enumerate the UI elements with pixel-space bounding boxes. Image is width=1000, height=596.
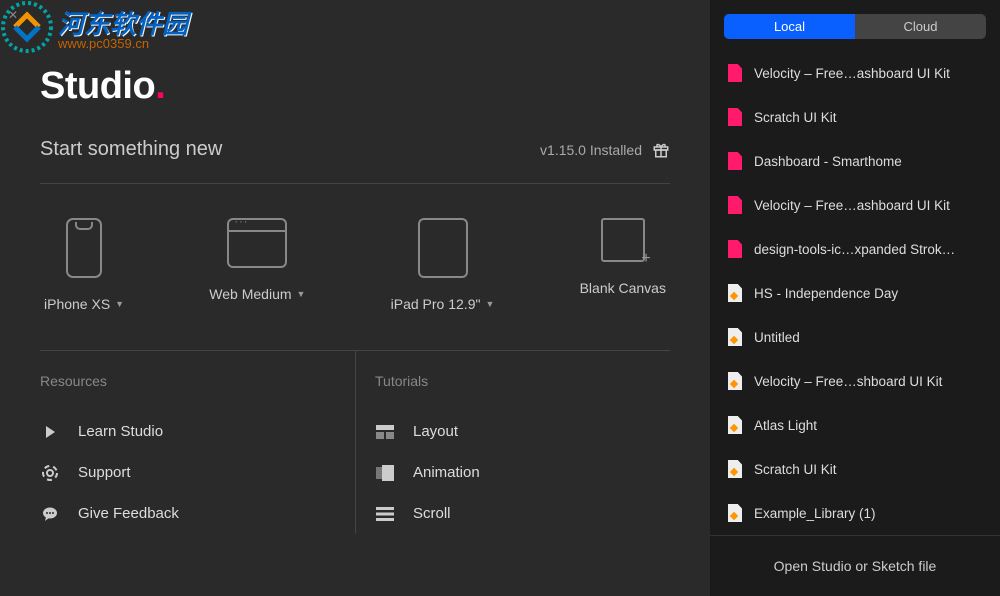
tutorial-layout-link[interactable]: Layout <box>375 411 670 452</box>
file-row[interactable]: Scratch UI Kit <box>710 447 1000 491</box>
file-icon <box>728 504 742 522</box>
file-icon <box>728 152 742 170</box>
close-icon[interactable]: ✕ <box>8 8 18 22</box>
animation-icon <box>375 465 395 481</box>
file-icon <box>728 460 742 478</box>
file-row[interactable]: Untitled <box>710 315 1000 359</box>
file-name: Scratch UI Kit <box>754 110 837 125</box>
main-panel: ✕ 河东软件园 www.pc0359.cn Studio. Start some… <box>0 0 710 596</box>
file-name: Velocity – Free…ashboard UI Kit <box>754 198 950 213</box>
template-iphone-xs[interactable]: iPhone XS▼ <box>44 218 124 312</box>
file-icon <box>728 240 742 258</box>
resources-column: Resources Learn Studio Support Give Feed… <box>40 351 335 534</box>
file-row[interactable]: Atlas Light <box>710 403 1000 447</box>
file-tabs: Local Cloud <box>724 14 986 39</box>
file-icon <box>728 64 742 82</box>
file-list: Velocity – Free…ashboard UI Kit Scratch U… <box>710 51 1000 535</box>
support-link[interactable]: Support <box>40 452 335 493</box>
template-row: iPhone XS▼ Web Medium▼ iPad Pro 12.9"▼ B… <box>40 218 670 312</box>
template-ipad-pro[interactable]: iPad Pro 12.9"▼ <box>391 218 495 312</box>
tutorial-animation-link[interactable]: Animation <box>375 452 670 493</box>
file-row[interactable]: Example_Library (1) <box>710 491 1000 535</box>
tutorials-heading: Tutorials <box>375 373 670 389</box>
phone-icon <box>66 218 102 278</box>
scroll-icon <box>375 506 395 522</box>
file-name: Atlas Light <box>754 418 817 433</box>
version-label: v1.15.0 Installed <box>540 141 670 159</box>
tab-cloud[interactable]: Cloud <box>855 14 986 39</box>
tutorial-scroll-link[interactable]: Scroll <box>375 493 670 534</box>
chevron-down-icon: ▼ <box>297 289 306 299</box>
file-row[interactable]: design-tools-ic…xpanded Strok… <box>710 227 1000 271</box>
file-icon <box>728 196 742 214</box>
template-web-medium[interactable]: Web Medium▼ <box>209 218 305 312</box>
file-icon <box>728 372 742 390</box>
learn-studio-link[interactable]: Learn Studio <box>40 411 335 452</box>
file-name: Velocity – Free…ashboard UI Kit <box>754 66 950 81</box>
file-name: design-tools-ic…xpanded Strok… <box>754 242 955 257</box>
file-icon <box>728 328 742 346</box>
browser-icon <box>227 218 287 268</box>
file-name: Untitled <box>754 330 800 345</box>
file-icon <box>728 284 742 302</box>
file-name: HS - Independence Day <box>754 286 898 301</box>
blank-canvas-icon <box>601 218 645 262</box>
watermark: 河东软件园 www.pc0359.cn <box>0 0 200 60</box>
file-row[interactable]: Velocity – Free…shboard UI Kit <box>710 359 1000 403</box>
chat-icon <box>40 506 60 522</box>
sidebar: Local Cloud Velocity – Free…ashboard UI … <box>710 0 1000 596</box>
file-icon <box>728 108 742 126</box>
file-icon <box>728 416 742 434</box>
chevron-down-icon: ▼ <box>115 299 124 309</box>
chevron-down-icon: ▼ <box>485 299 494 309</box>
open-file-button[interactable]: Open Studio or Sketch file <box>710 535 1000 596</box>
app-logo: Studio. <box>40 65 670 108</box>
file-row[interactable]: Velocity – Free…ashboard UI Kit <box>710 183 1000 227</box>
file-row[interactable]: Scratch UI Kit <box>710 95 1000 139</box>
file-row[interactable]: Dashboard - Smarthome <box>710 139 1000 183</box>
gift-icon[interactable] <box>652 141 670 159</box>
file-row[interactable]: Velocity – Free…ashboard UI Kit <box>710 51 1000 95</box>
file-name: Dashboard - Smarthome <box>754 154 902 169</box>
tablet-icon <box>418 218 468 278</box>
file-row[interactable]: HS - Independence Day <box>710 271 1000 315</box>
file-name: Velocity – Free…shboard UI Kit <box>754 374 942 389</box>
template-blank-canvas[interactable]: Blank Canvas <box>580 218 666 312</box>
tutorials-column: Tutorials Layout Animation Scroll <box>335 351 670 534</box>
tab-local[interactable]: Local <box>724 14 855 39</box>
file-name: Scratch UI Kit <box>754 462 837 477</box>
file-name: Example_Library (1) <box>754 506 876 521</box>
layout-icon <box>375 424 395 440</box>
page-title: Start something new <box>40 138 222 161</box>
give-feedback-link[interactable]: Give Feedback <box>40 493 335 534</box>
play-icon <box>40 424 60 440</box>
lifebuoy-icon <box>40 465 60 481</box>
resources-heading: Resources <box>40 373 335 389</box>
